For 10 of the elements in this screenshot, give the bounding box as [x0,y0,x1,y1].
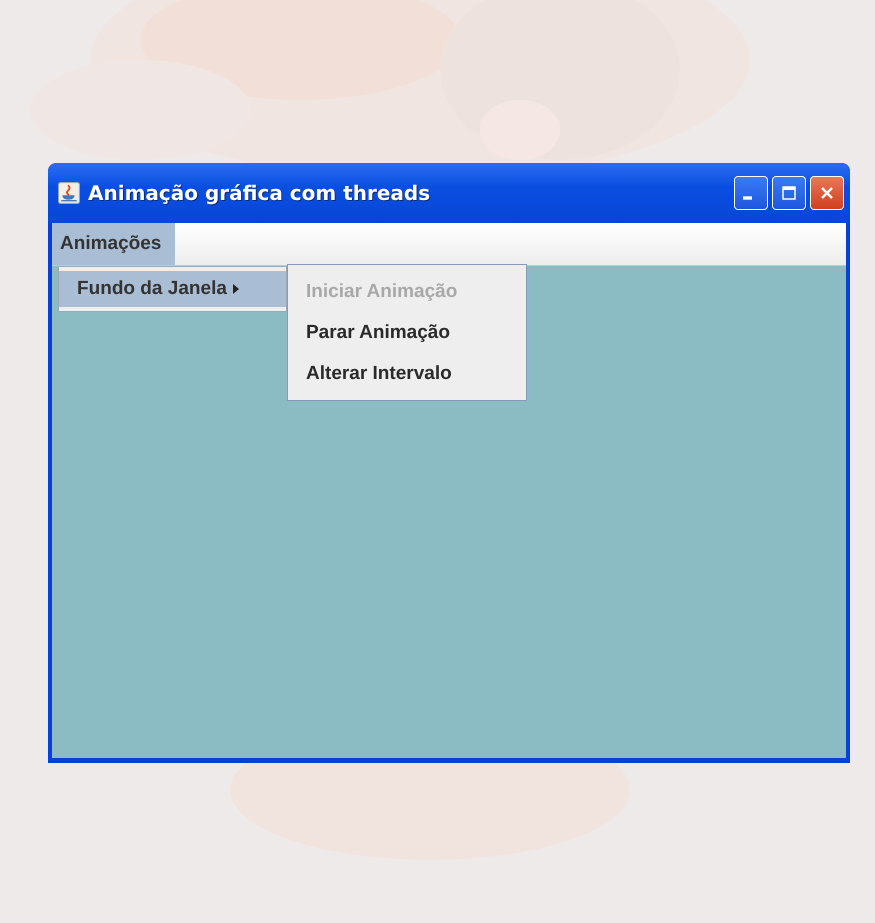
menu-item[interactable]: Parar Animação [288,312,526,353]
window-title: Animação gráfica com threads [88,181,432,205]
maximize-button[interactable] [772,176,806,210]
coffee-cup-icon [58,182,80,204]
minimize-icon [743,196,752,200]
menu-item[interactable]: Fundo da Janela [59,271,286,307]
menu-item[interactable]: Animações [52,223,176,265]
close-button[interactable] [810,176,844,210]
minimize-button[interactable] [734,176,768,210]
menu-item[interactable]: Alterar Intervalo [288,353,526,394]
